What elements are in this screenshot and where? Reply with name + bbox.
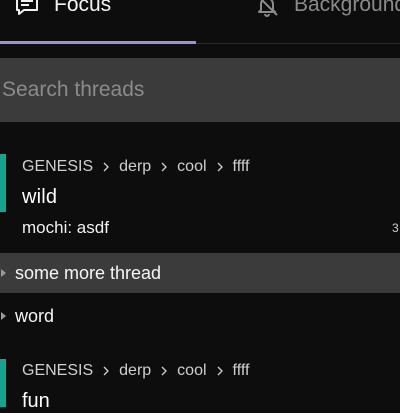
caret-right-icon	[0, 268, 7, 278]
chevron-right-icon	[214, 365, 226, 377]
tab-background-label: Background	[294, 0, 400, 16]
breadcrumb-item[interactable]: ffff	[233, 158, 250, 176]
chevron-right-icon	[214, 161, 226, 173]
subthread-item[interactable]: some more thread	[0, 253, 400, 293]
thread-count-badge: 3	[392, 221, 399, 235]
thread-card[interactable]: GENESIS derp cool ffff fun	[0, 352, 400, 412]
breadcrumb: GENESIS derp cool ffff	[22, 362, 249, 380]
bell-off-icon	[254, 0, 280, 18]
tab-focus[interactable]: Focus	[14, 0, 111, 22]
subthread-label: word	[15, 305, 55, 326]
chevron-right-icon	[100, 365, 112, 377]
search-input[interactable]	[0, 58, 400, 122]
tab-divider	[196, 43, 400, 44]
search-bar	[0, 58, 400, 122]
thread-snippet: mochi: asdf	[22, 218, 109, 237]
chevron-right-icon	[158, 161, 170, 173]
chat-bubble-icon	[14, 0, 40, 18]
thread-title: wild	[22, 186, 58, 208]
breadcrumb-item[interactable]: GENESIS	[22, 158, 93, 176]
tab-focus-label: Focus	[54, 0, 112, 16]
thread-title: fun	[22, 390, 50, 412]
thread-accent-bar	[0, 154, 6, 212]
breadcrumb-item[interactable]: derp	[119, 158, 151, 176]
breadcrumb-item[interactable]: GENESIS	[22, 362, 93, 380]
subthread-label: some more thread	[15, 262, 162, 283]
breadcrumb: GENESIS derp cool ffff	[22, 158, 249, 176]
chevron-right-icon	[158, 365, 170, 377]
caret-right-icon	[0, 311, 7, 321]
tab-background[interactable]: Background	[254, 0, 400, 22]
breadcrumb-item[interactable]: cool	[177, 158, 206, 176]
breadcrumb-item[interactable]: cool	[177, 362, 206, 380]
subthread-item[interactable]: word	[0, 296, 400, 336]
chevron-right-icon	[100, 161, 112, 173]
breadcrumb-item[interactable]: ffff	[233, 362, 250, 380]
thread-card[interactable]: GENESIS derp cool ffff wild mochi: asdf …	[0, 148, 400, 244]
tab-bar: Focus Background	[0, 0, 400, 46]
active-tab-indicator	[0, 41, 196, 44]
breadcrumb-item[interactable]: derp	[119, 362, 151, 380]
